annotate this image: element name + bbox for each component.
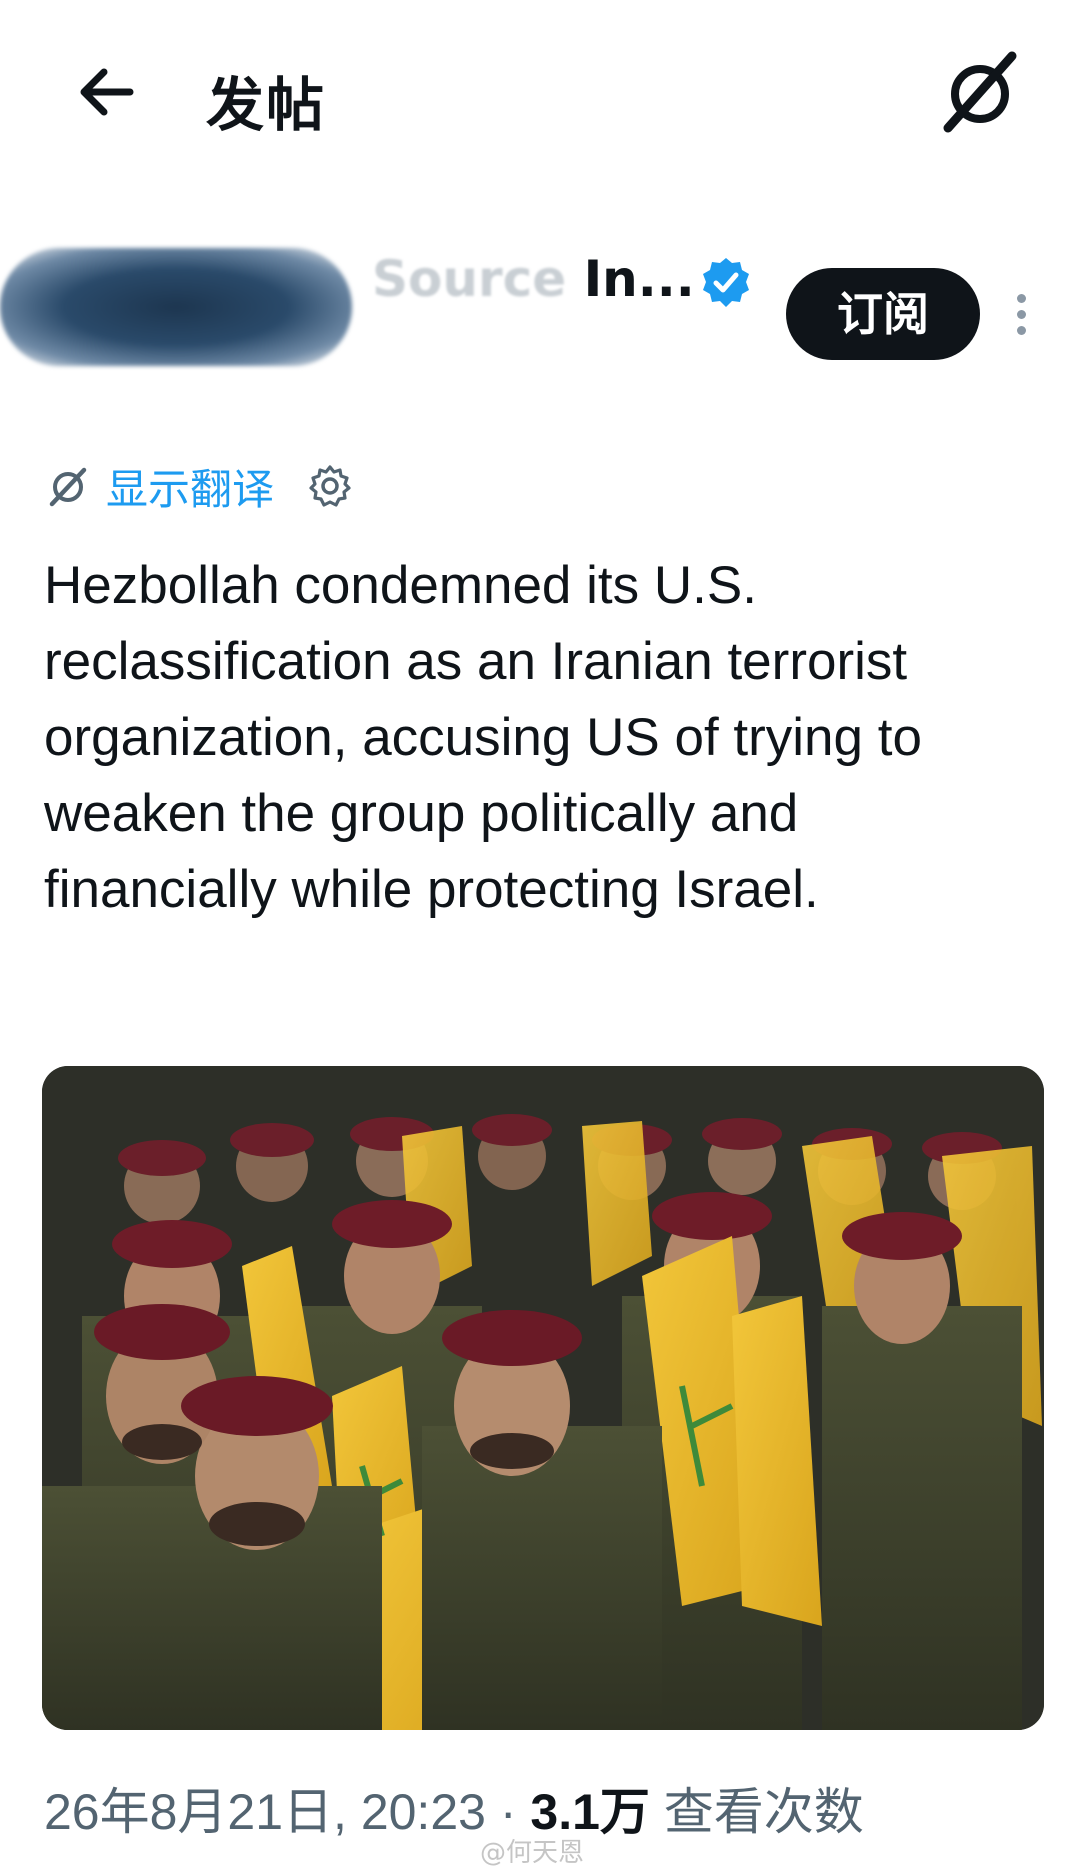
views-label: 查看次数 — [649, 1784, 864, 1840]
translate-globe-icon — [49, 467, 87, 507]
grok-button[interactable] — [934, 46, 1026, 138]
back-button[interactable] — [72, 56, 144, 128]
show-translation-link[interactable]: 显示翻译 — [106, 456, 274, 517]
author-row: Source In... 订阅 — [0, 230, 1080, 400]
author-name-visible: In... — [583, 250, 695, 308]
more-vertical-icon-dot — [1016, 310, 1026, 319]
author-name[interactable]: Source In... — [372, 250, 695, 308]
tweet-meta: 26年8月21日, 20:23 · 3.1万 查看次数 — [44, 1772, 864, 1844]
top-bar: 发帖 — [0, 0, 1080, 190]
more-vertical-icon-dot — [1016, 326, 1026, 335]
page-title: 发帖 — [206, 71, 327, 139]
author-name-faded: Source — [372, 250, 584, 308]
timestamp[interactable]: 26年8月21日, 20:23 — [44, 1784, 486, 1840]
watermark: @何天恩 — [480, 1838, 585, 1868]
translate-row: 显示翻译 — [44, 456, 354, 516]
verified-badge-icon — [703, 258, 749, 307]
subscribe-button[interactable]: 订阅 — [786, 268, 980, 360]
more-options-button[interactable] — [1005, 288, 1037, 348]
more-vertical-icon-dot — [1016, 294, 1026, 303]
gear-icon[interactable] — [306, 462, 354, 510]
tweet-photo[interactable] — [42, 1066, 1044, 1730]
redacted-avatar[interactable] — [0, 248, 352, 366]
arrow-left-icon — [80, 68, 134, 116]
tweet-text: Hezbollah condemned its U.S. reclassific… — [44, 556, 922, 919]
grok-icon — [943, 51, 1017, 133]
